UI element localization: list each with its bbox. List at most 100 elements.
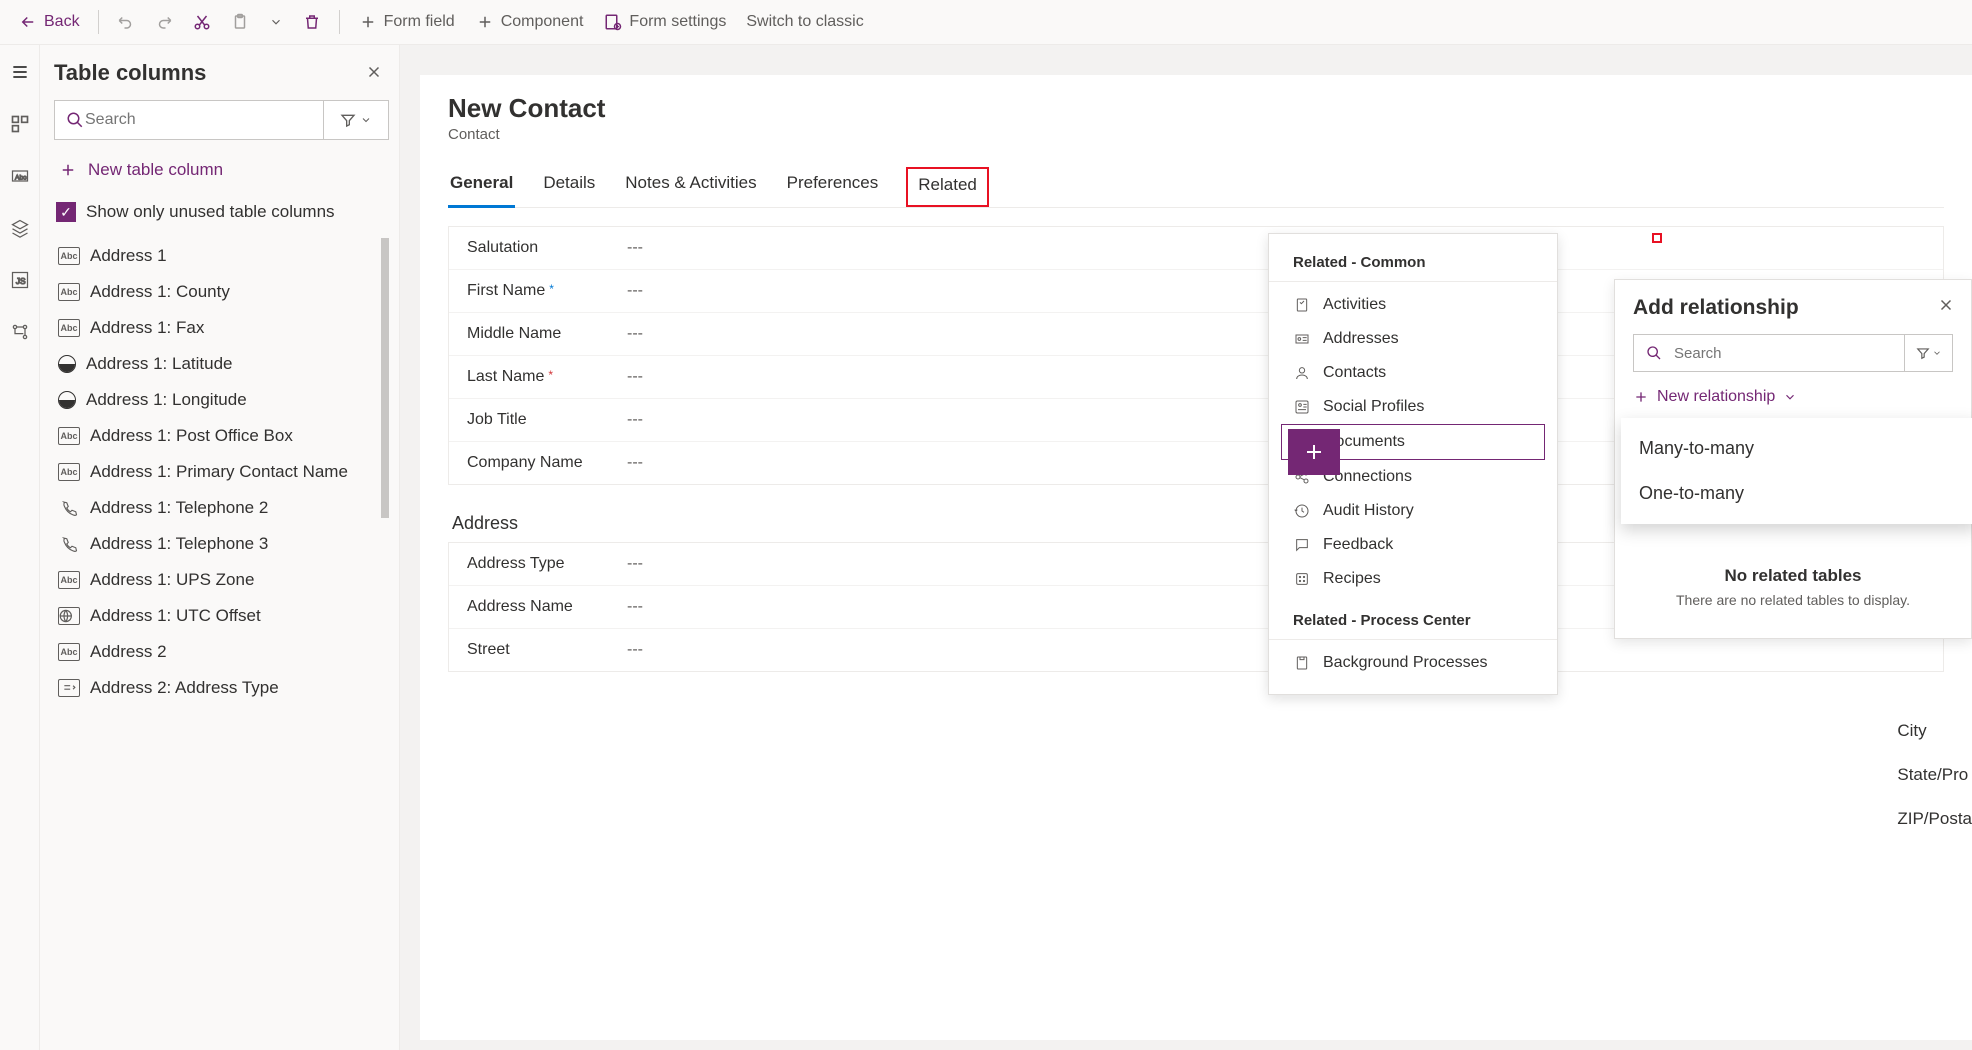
search-icon [65, 110, 85, 130]
column-item[interactable]: AbcAddress 1: Fax [54, 310, 389, 346]
plus-icon [475, 12, 495, 32]
column-search-input[interactable] [54, 100, 323, 140]
field-label: Job Title [467, 411, 627, 429]
column-label: Address 1 [90, 246, 167, 266]
background-processes-icon [1293, 654, 1311, 672]
field-label: Middle Name [467, 325, 627, 343]
form-field-label: Form field [384, 13, 455, 31]
cut-button[interactable] [185, 9, 219, 35]
new-table-column-button[interactable]: New table column [54, 154, 389, 186]
related-item-contacts[interactable]: Contacts [1269, 356, 1557, 390]
switch-classic-button[interactable]: Switch to classic [738, 9, 871, 35]
column-label: Address 1: UPS Zone [90, 570, 254, 590]
column-item[interactable]: Address 1: Longitude [54, 382, 389, 418]
left-rail: Abc JS [0, 45, 40, 1050]
filter-button[interactable] [323, 100, 389, 140]
form-canvas: New Contact Contact GeneralDetailsNotes … [400, 45, 1972, 1050]
form-row[interactable]: Salutation--- [449, 227, 1943, 270]
separator [339, 10, 340, 34]
js-icon[interactable]: JS [8, 268, 32, 292]
show-unused-checkbox[interactable]: ✓ Show only unused table columns [54, 196, 389, 228]
layers-icon[interactable] [8, 216, 32, 240]
column-item[interactable]: AbcAddress 1: Post Office Box [54, 418, 389, 454]
audit-history-icon [1293, 502, 1311, 520]
form-field-button[interactable]: Form field [350, 8, 463, 36]
column-item[interactable]: AbcAddress 2 [54, 634, 389, 670]
tab-details[interactable]: Details [541, 167, 597, 207]
column-label: Address 1: Primary Contact Name [90, 462, 348, 482]
relationship-filter-button[interactable] [1904, 335, 1952, 371]
column-label: Address 1: Fax [90, 318, 204, 338]
undo-button[interactable] [109, 9, 143, 35]
tab-preferences[interactable]: Preferences [785, 167, 881, 207]
tab-related[interactable]: Related [906, 167, 989, 207]
related-item-label: Audit History [1323, 502, 1414, 520]
tab-general[interactable]: General [448, 167, 515, 207]
column-label: Address 2: Address Type [90, 678, 279, 698]
component-button[interactable]: Component [467, 8, 592, 36]
related-item-social-profiles[interactable]: Social Profiles [1269, 390, 1557, 424]
search-field[interactable] [85, 111, 313, 129]
related-item-label: Addresses [1323, 330, 1399, 348]
close-relationship-panel[interactable] [1937, 296, 1955, 314]
text-box-icon[interactable]: Abc [8, 164, 32, 188]
related-item-label: Activities [1323, 296, 1386, 314]
column-label: Address 2 [90, 642, 167, 662]
back-button[interactable]: Back [10, 8, 88, 36]
paste-button[interactable] [223, 9, 257, 35]
column-item[interactable]: Address 1: Telephone 2 [54, 490, 389, 526]
relationship-option-one-to-many[interactable]: One-to-many [1621, 471, 1972, 516]
related-item-addresses[interactable]: Addresses [1269, 322, 1557, 356]
feedback-icon [1293, 536, 1311, 554]
scrollbar-thumb[interactable] [381, 238, 389, 518]
tab-notes-activities[interactable]: Notes & Activities [623, 167, 758, 207]
column-label: Address 1: Latitude [86, 354, 232, 374]
contacts-icon [1293, 364, 1311, 382]
related-item-label: Social Profiles [1323, 398, 1424, 416]
column-label: Address 1: Longitude [86, 390, 247, 410]
relationship-search[interactable] [1633, 334, 1953, 372]
column-item[interactable]: AbcAddress 1 [54, 238, 389, 274]
dropdown-button[interactable] [261, 11, 291, 33]
column-item[interactable]: AbcAddress 1: Primary Contact Name [54, 454, 389, 490]
related-item-label: Background Processes [1323, 654, 1488, 672]
related-item-audit-history[interactable]: Audit History [1269, 494, 1557, 528]
close-panel-button[interactable] [365, 63, 383, 81]
column-item[interactable]: Address 1: UTC Offset [54, 598, 389, 634]
add-relationship-highlight [1652, 233, 1662, 243]
address-right-labels: CityState/ProZIP/Posta [1897, 721, 1972, 829]
field-value: --- [627, 325, 643, 343]
field-label: Company Name [467, 454, 627, 472]
related-item-feedback[interactable]: Feedback [1269, 528, 1557, 562]
related-item-label: Feedback [1323, 536, 1393, 554]
column-label: Address 1: County [90, 282, 230, 302]
relationship-search-input[interactable] [1674, 345, 1904, 362]
column-item[interactable]: Address 1: Latitude [54, 346, 389, 382]
related-item-activities[interactable]: Activities [1269, 288, 1557, 322]
field-value: --- [627, 598, 643, 616]
tree-icon[interactable] [8, 320, 32, 344]
add-relationship-button[interactable] [1288, 429, 1340, 475]
relationship-option-many-to-many[interactable]: Many-to-many [1621, 426, 1972, 471]
hamburger-icon[interactable] [8, 60, 32, 84]
components-icon[interactable] [8, 112, 32, 136]
new-column-label: New table column [88, 160, 223, 180]
relationship-panel-title: Add relationship [1633, 296, 1953, 320]
field-label: First Name* [467, 282, 627, 300]
relationship-type-menu: Many-to-manyOne-to-many [1621, 418, 1972, 524]
column-item[interactable]: AbcAddress 1: County [54, 274, 389, 310]
delete-button[interactable] [295, 9, 329, 35]
redo-button[interactable] [147, 9, 181, 35]
search-icon [1634, 345, 1674, 361]
form-settings-button[interactable]: Form settings [595, 8, 734, 36]
column-item[interactable]: Address 2: Address Type [54, 670, 389, 706]
column-item[interactable]: Address 1: Telephone 3 [54, 526, 389, 562]
field-value: --- [627, 239, 643, 257]
new-relationship-button[interactable]: New relationship [1633, 388, 1953, 406]
column-item[interactable]: AbcAddress 1: UPS Zone [54, 562, 389, 598]
recipes-icon [1293, 570, 1311, 588]
column-label: Address 1: UTC Offset [90, 606, 261, 626]
related-item-background-processes[interactable]: Background Processes [1269, 646, 1557, 680]
related-item-recipes[interactable]: Recipes [1269, 562, 1557, 596]
table-columns-panel: Table columns New table column ✓ Show on… [40, 45, 400, 1050]
